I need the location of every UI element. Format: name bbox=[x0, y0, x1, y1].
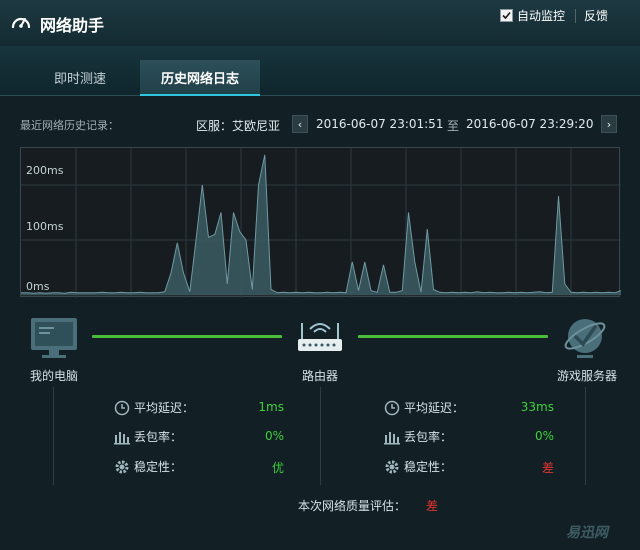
start-datetime: 2016-06-07 23:01:51 bbox=[316, 117, 444, 131]
to-label: 至 bbox=[447, 119, 460, 133]
divider-line bbox=[53, 387, 54, 485]
divider-line bbox=[585, 387, 586, 485]
stat-stability-left: 稳定性： bbox=[114, 458, 182, 475]
server-region: 区服：艾欧尼亚 bbox=[196, 119, 281, 133]
gear-icon bbox=[385, 460, 399, 473]
tab-network-history[interactable]: 历史网络日志 bbox=[140, 60, 260, 96]
stability-label: 稳定性： bbox=[404, 460, 453, 474]
link-router-server bbox=[358, 335, 548, 338]
divider-line bbox=[320, 387, 321, 485]
link-pc-router bbox=[92, 335, 282, 338]
packet-loss-label: 丢包率： bbox=[404, 430, 453, 444]
stat-stability-right: 稳定性： bbox=[384, 458, 452, 475]
signal-bars-icon bbox=[384, 431, 400, 444]
node-pc-label: 我的电脑 bbox=[30, 369, 79, 383]
latency-area bbox=[21, 154, 621, 295]
router-icon bbox=[298, 323, 342, 351]
signal-bars-icon bbox=[114, 431, 130, 444]
title-bar: 网络助手 自动监控 反馈 bbox=[0, 0, 640, 46]
speedometer-icon bbox=[11, 17, 31, 29]
y-tick-label: 200ms bbox=[26, 164, 64, 177]
tab-realtime-speed[interactable]: 即时测速 bbox=[30, 60, 130, 96]
loss-value-right: 0% bbox=[534, 429, 554, 443]
stability-value-right: 差 bbox=[541, 461, 554, 475]
clock-icon bbox=[114, 400, 130, 415]
clock-icon bbox=[384, 400, 400, 415]
auto-monitor-checkbox[interactable] bbox=[500, 9, 513, 22]
latency-label: 平均延迟： bbox=[134, 401, 195, 415]
game-server-icon bbox=[564, 319, 606, 358]
loss-value-left: 0% bbox=[264, 429, 284, 443]
end-datetime: 2016-06-07 23:29:20 bbox=[466, 117, 594, 131]
feedback-link[interactable]: 反馈 bbox=[584, 7, 608, 24]
node-server-label: 游戏服务器 bbox=[557, 369, 618, 383]
latency-chart-svg bbox=[21, 148, 621, 298]
packet-loss-label: 丢包率： bbox=[134, 430, 183, 444]
chevron-right-icon: › bbox=[606, 117, 612, 131]
history-panel: 最近网络历史记录： 区服：艾欧尼亚 ‹ 2016-06-07 23:01:51 … bbox=[0, 97, 640, 550]
evaluation-label: 本次网络质量评估： bbox=[298, 499, 407, 513]
y-tick-label: 0ms bbox=[26, 280, 50, 293]
computer-icon bbox=[31, 318, 77, 358]
y-tick-label: 100ms bbox=[26, 220, 64, 233]
app-window: 网络助手 自动监控 反馈 即时测速 历史网络日志 最近网络历史记录： 区服：艾欧… bbox=[0, 0, 640, 550]
stat-loss-right: 丢包率： bbox=[384, 428, 452, 445]
latency-value-right: 33ms bbox=[520, 400, 554, 414]
node-router-label: 路由器 bbox=[302, 369, 339, 383]
evaluation-value: 差 bbox=[426, 499, 439, 513]
chevron-left-icon: ‹ bbox=[297, 117, 303, 131]
auto-monitor-label: 自动监控 bbox=[517, 9, 566, 23]
stability-label: 稳定性： bbox=[134, 460, 183, 474]
prev-period-button[interactable]: ‹ bbox=[292, 115, 308, 133]
latency-label: 平均延迟： bbox=[404, 401, 465, 415]
stat-latency-left: 平均延迟： bbox=[114, 399, 194, 416]
next-period-button[interactable]: › bbox=[601, 115, 617, 133]
watermark-logo: 易迅网 bbox=[566, 525, 608, 541]
tab-bar: 即时测速 历史网络日志 bbox=[0, 46, 640, 96]
stability-value-left: 优 bbox=[271, 461, 284, 475]
latency-chart: 200ms 100ms 0ms bbox=[20, 147, 621, 298]
history-label: 最近网络历史记录： bbox=[20, 119, 119, 132]
stat-latency-right: 平均延迟： bbox=[384, 399, 464, 416]
checkmark-icon bbox=[502, 11, 511, 20]
auto-monitor-toggle[interactable]: 自动监控 bbox=[500, 7, 565, 24]
app-title: 网络助手 bbox=[40, 16, 105, 35]
latency-line bbox=[21, 154, 621, 294]
gear-icon bbox=[115, 460, 129, 473]
header-divider bbox=[575, 9, 576, 23]
latency-value-left: 1ms bbox=[258, 400, 284, 414]
stat-loss-left: 丢包率： bbox=[114, 428, 182, 445]
